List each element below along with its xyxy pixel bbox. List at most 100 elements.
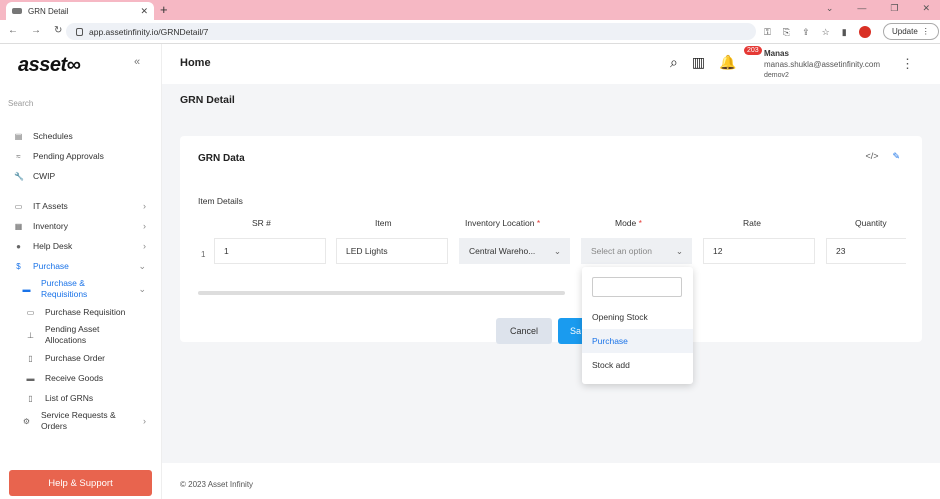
option-stock-add[interactable]: Stock add	[582, 353, 693, 377]
document-icon: ▯	[28, 393, 33, 403]
url-text: app.assetinfinity.io/GRNDetail/7	[89, 26, 209, 37]
sidebar-item-label: List of GRNs	[45, 393, 94, 403]
update-label: Update	[892, 27, 918, 36]
browser-tab[interactable]: GRN Detail ✕	[6, 2, 154, 20]
forward-icon[interactable]: →	[31, 25, 41, 36]
zoom-search-icon[interactable]: ⌕	[670, 54, 678, 71]
new-tab-icon[interactable]: +	[160, 2, 168, 17]
sidebar-item-help-desk[interactable]: ● Help Desk ›	[0, 236, 162, 256]
user-email: manas.shukla@assetinfinity.com	[764, 60, 881, 69]
laptop-icon: ▭	[26, 307, 35, 317]
barcode-icon[interactable]: ▥	[692, 54, 705, 71]
sidebar-item-receive-goods[interactable]: ▬ Receive Goods	[0, 368, 162, 388]
item-input[interactable]: LED Lights	[336, 238, 448, 264]
column-header-mode: Mode *	[615, 218, 642, 228]
star-icon[interactable]: ☆	[822, 27, 830, 38]
sidebar-item-it-assets[interactable]: ▭ IT Assets ›	[0, 196, 162, 216]
location-select[interactable]: Central Wareho... ⌄	[459, 238, 570, 264]
sidebar-item-purchase[interactable]: $ Purchase ⌄	[0, 256, 162, 276]
calendar-icon: ▤	[14, 131, 23, 141]
sidebar-item-label: Schedules	[33, 131, 73, 141]
top-bar: Home ⌕ ▥ 🔔 203 Manas manas.shukla@asseti…	[162, 44, 940, 84]
back-icon[interactable]: ←	[8, 25, 18, 36]
minimize-icon[interactable]: —	[857, 3, 866, 14]
page-title: Home	[180, 57, 211, 69]
mode-select[interactable]: Select an option ⌄	[581, 238, 692, 264]
option-purchase[interactable]: Purchase	[582, 329, 693, 353]
chevron-down-icon: ⌄	[675, 245, 683, 256]
install-icon[interactable]: ⎘	[783, 27, 790, 38]
quantity-input[interactable]: 23	[826, 238, 906, 264]
sidebar-item-pending-asset-allocations[interactable]: ⊥ Pending Asset Allocations	[0, 322, 162, 348]
option-opening-stock[interactable]: Opening Stock	[582, 305, 693, 329]
sidebar-item-label: IT Assets	[33, 201, 68, 211]
sidebar-item-purchase-requisition[interactable]: ▭ Purchase Requisition	[0, 302, 162, 322]
sidebar-search[interactable]: Search	[8, 99, 33, 108]
sidebar-item-label: Pending Approvals	[33, 151, 104, 161]
window-controls: ⌄ — ❐ ✕	[826, 3, 930, 14]
reload-icon[interactable]: ↻	[54, 25, 62, 36]
sidebar-item-label: Purchase & Requisitions	[41, 278, 88, 299]
chevron-down-icon[interactable]: ⌄	[826, 3, 834, 14]
document-icon: ▯	[28, 353, 33, 363]
rate-input[interactable]: 12	[703, 238, 815, 264]
help-icon: ●	[16, 241, 21, 251]
sidebar-item-pending-approvals[interactable]: ≈ Pending Approvals	[0, 146, 162, 166]
inventory-icon: ▦	[14, 221, 23, 231]
sidebar-item-purchase-requisitions[interactable]: ▬ Purchase & Requisitions ⌄	[0, 276, 162, 302]
sidebar-item-service-requests[interactable]: ⚙ Service Requests & Orders ›	[0, 408, 162, 434]
collapse-sidebar-icon[interactable]: «	[134, 56, 140, 68]
share-icon[interactable]: ⇪	[802, 27, 810, 38]
sidebar-item-list-of-grns[interactable]: ▯ List of GRNs	[0, 388, 162, 408]
key-icon[interactable]: ⚿	[764, 27, 771, 38]
sidebar-item-label: Inventory	[33, 221, 68, 231]
url-field[interactable]: app.assetinfinity.io/GRNDetail/7	[66, 23, 756, 40]
chevron-right-icon: ›	[143, 241, 146, 251]
hierarchy-icon: ⊥	[27, 330, 34, 340]
receive-icon: ▬	[26, 373, 35, 383]
sidebar-item-schedules[interactable]: ▤ Schedules	[0, 126, 162, 146]
close-window-icon[interactable]: ✕	[922, 3, 930, 14]
row-index: 1	[201, 250, 206, 259]
chevron-down-icon: ⌄	[553, 245, 561, 256]
horizontal-scrollbar[interactable]	[198, 291, 565, 295]
cancel-button[interactable]: Cancel	[496, 318, 552, 344]
maximize-icon[interactable]: ❐	[890, 3, 898, 14]
more-options-icon[interactable]: ⋮	[901, 56, 914, 72]
user-org: demov2	[764, 72, 789, 79]
code-icon[interactable]: </>	[865, 151, 878, 162]
required-mark: *	[536, 218, 541, 228]
update-button[interactable]: Update ⋮	[883, 23, 939, 40]
column-header-rate: Rate	[743, 218, 761, 228]
column-header-quantity: Quantity	[855, 218, 887, 228]
user-info[interactable]: Manas manas.shukla@assetinfinity.com dem…	[764, 48, 880, 81]
browser-tab-bar: GRN Detail ✕ + ⌄ — ❐ ✕	[0, 0, 940, 20]
sidepanel-icon[interactable]: ▮	[842, 27, 847, 38]
sr-input[interactable]: 1	[214, 238, 326, 264]
approvals-icon: ≈	[16, 151, 21, 161]
sidebar-item-label: Purchase Requisition	[45, 307, 126, 317]
sidebar-item-inventory[interactable]: ▦ Inventory ›	[0, 216, 162, 236]
chevron-down-icon: ⌄	[138, 283, 146, 294]
close-tab-icon[interactable]: ✕	[140, 6, 148, 17]
dropdown-search-input[interactable]	[592, 277, 682, 297]
mode-dropdown: Opening Stock Purchase Stock add	[582, 267, 693, 384]
profile-avatar[interactable]	[858, 26, 871, 38]
location-label: Inventory Location	[465, 218, 535, 228]
chevron-right-icon: ›	[143, 201, 146, 211]
sidebar-item-purchase-order[interactable]: ▯ Purchase Order	[0, 348, 162, 368]
footer: © 2023 Asset Infinity	[162, 463, 940, 499]
laptop-icon: ▭	[14, 201, 23, 211]
gears-icon: ⚙	[22, 416, 31, 426]
column-header-sr: SR #	[252, 218, 271, 228]
bell-icon[interactable]: 🔔	[719, 54, 736, 71]
column-header-item: Item	[375, 218, 392, 228]
topbar-icons: ⌕ ▥ 🔔	[670, 54, 737, 71]
help-support-button[interactable]: Help & Support	[9, 470, 152, 496]
wrench-icon: 🔧	[14, 171, 24, 181]
cart-icon: ▬	[22, 284, 31, 294]
sidebar-item-cwip[interactable]: 🔧 CWIP	[0, 166, 162, 186]
edit-icon[interactable]: ✎	[892, 151, 900, 162]
chevron-right-icon: ›	[143, 415, 146, 426]
sidebar-menu: ▤ Schedules ≈ Pending Approvals 🔧 CWIP ▭ IT …	[0, 126, 162, 434]
